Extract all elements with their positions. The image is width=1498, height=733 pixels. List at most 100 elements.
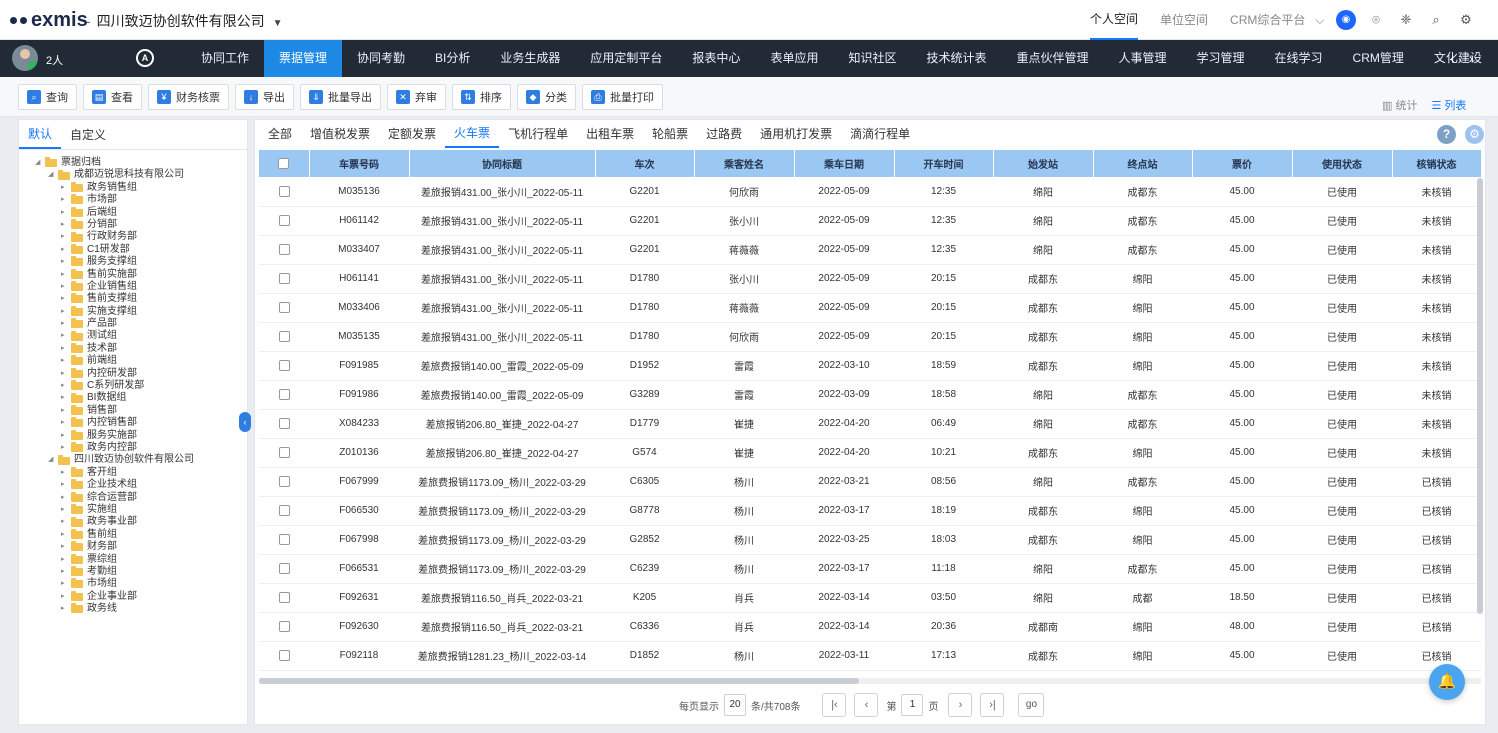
row-checkbox[interactable] bbox=[278, 417, 290, 429]
tree-expand-icon[interactable]: ▸ bbox=[61, 442, 69, 454]
row-checkbox-cell[interactable] bbox=[259, 496, 309, 526]
toolbar-button-7[interactable]: ◆ 分类 bbox=[517, 84, 576, 110]
tree-expand-icon[interactable]: ▸ bbox=[61, 516, 69, 528]
row-checkbox-cell[interactable] bbox=[259, 235, 309, 265]
table-row[interactable]: M033407 差旅报销431.00_张小川_2022-05-11 G2201 蒋薇薇… bbox=[259, 235, 1481, 265]
tree-expand-icon[interactable]: ▸ bbox=[61, 281, 69, 293]
tree-expand-icon[interactable]: ▸ bbox=[61, 430, 69, 442]
nav-item-1[interactable]: 票据管理 bbox=[264, 40, 343, 77]
next-page-icon[interactable]: › bbox=[948, 693, 973, 717]
view-list-button[interactable]: ☰ 列表 bbox=[1431, 97, 1466, 113]
nav-item-4[interactable]: 业务生成器 bbox=[485, 40, 575, 77]
nav-next-icon[interactable]: › bbox=[1469, 40, 1474, 77]
tree-expand-icon[interactable]: ▸ bbox=[61, 194, 69, 206]
column-header[interactable]: 乘客姓名 bbox=[694, 150, 795, 177]
table-row[interactable]: M035136 差旅报销431.00_张小川_2022-05-11 G2201 何欣雨… bbox=[259, 177, 1481, 207]
tree-expand-icon[interactable]: ▸ bbox=[61, 392, 69, 404]
row-checkbox[interactable] bbox=[278, 504, 290, 516]
row-checkbox-cell[interactable] bbox=[259, 641, 309, 671]
tree-expand-icon[interactable]: ▸ bbox=[61, 231, 69, 243]
row-checkbox[interactable] bbox=[278, 185, 290, 197]
tab-ticket-type-1[interactable]: 增值税发票 bbox=[301, 120, 379, 148]
tree-expand-icon[interactable]: ▸ bbox=[61, 207, 69, 219]
column-header[interactable]: 车次 bbox=[595, 150, 695, 177]
nav-item-0[interactable]: 协同工作 bbox=[186, 40, 264, 77]
tab-custom[interactable]: 自定义 bbox=[61, 120, 115, 149]
tree-node[interactable]: ▸ 前端组 bbox=[19, 355, 247, 367]
tab-ticket-type-9[interactable]: 滴滴行程单 bbox=[841, 120, 919, 148]
tree-node[interactable]: ▸ 客开组 bbox=[19, 467, 247, 479]
search-icon[interactable]: ⌕ bbox=[1426, 10, 1446, 30]
tree-node[interactable]: ▸ 政务线 bbox=[19, 603, 247, 615]
select-all-checkbox[interactable] bbox=[278, 157, 290, 169]
row-checkbox-cell[interactable] bbox=[259, 409, 309, 439]
tree-node[interactable]: ▸ 产品部 bbox=[19, 318, 247, 330]
tree-expand-icon[interactable]: ◢ bbox=[35, 157, 43, 169]
row-checkbox-cell[interactable] bbox=[259, 554, 309, 584]
toolbar-button-3[interactable]: ↓ 导出 bbox=[235, 84, 294, 110]
tree-node[interactable]: ▸ 分销部 bbox=[19, 219, 247, 231]
tree-expand-icon[interactable]: ▸ bbox=[61, 492, 69, 504]
table-row[interactable]: F091985 差旅费报销140.00_雷霞_2022-05-09 D1952 雷霞 2… bbox=[259, 351, 1481, 381]
row-checkbox[interactable] bbox=[278, 620, 290, 632]
tab-ticket-type-4[interactable]: 飞机行程单 bbox=[499, 120, 577, 148]
table-row[interactable]: H061141 差旅报销431.00_张小川_2022-05-11 D1780 张小川… bbox=[259, 264, 1481, 294]
tree-node[interactable]: ▸ 实施组 bbox=[19, 504, 247, 516]
tree-expand-icon[interactable]: ▸ bbox=[61, 405, 69, 417]
tree-expand-icon[interactable]: ▸ bbox=[61, 244, 69, 256]
column-header[interactable]: 开车时间 bbox=[894, 150, 994, 177]
row-checkbox-cell[interactable] bbox=[259, 351, 309, 381]
row-checkbox-cell[interactable] bbox=[259, 583, 309, 613]
nav-item-8[interactable]: 知识社区 bbox=[833, 40, 911, 77]
table-row[interactable]: F066530 差旅费报销1173.09_杨川_2022-03-29 G8778 杨川… bbox=[259, 496, 1481, 526]
tree-node[interactable]: ▸ 考勤组 bbox=[19, 566, 247, 578]
last-page-icon[interactable]: ›| bbox=[980, 693, 1005, 717]
row-checkbox-cell[interactable] bbox=[259, 612, 309, 642]
toolbar-button-8[interactable]: ⎙ 批量打印 bbox=[582, 84, 663, 110]
row-checkbox-cell[interactable] bbox=[259, 293, 309, 323]
tree-node[interactable]: ▸ C系列研发部 bbox=[19, 380, 247, 392]
app-logo[interactable]: exmis bbox=[10, 8, 88, 32]
tree-node[interactable]: ▸ 内控研发部 bbox=[19, 368, 247, 380]
column-header[interactable]: 票价 bbox=[1192, 150, 1293, 177]
tree-expand-icon[interactable]: ▸ bbox=[61, 541, 69, 553]
tree-node[interactable]: ▸ 售前支撑组 bbox=[19, 293, 247, 305]
prev-page-icon[interactable]: ‹ bbox=[854, 693, 879, 717]
go-button[interactable]: go bbox=[1018, 693, 1045, 717]
tree-expand-icon[interactable]: ▸ bbox=[61, 591, 69, 603]
row-checkbox[interactable] bbox=[278, 649, 290, 661]
tree-node[interactable]: ▸ 综合运营部 bbox=[19, 492, 247, 504]
tree-expand-icon[interactable]: ▸ bbox=[61, 566, 69, 578]
row-checkbox-cell[interactable] bbox=[259, 467, 309, 497]
nav-item-5[interactable]: 应用定制平台 bbox=[575, 40, 677, 77]
tree-node[interactable]: ▸ 政务事业部 bbox=[19, 516, 247, 528]
row-checkbox[interactable] bbox=[278, 330, 290, 342]
tab-ticket-type-7[interactable]: 过路费 bbox=[697, 120, 751, 148]
row-checkbox[interactable] bbox=[278, 272, 290, 284]
tree-node[interactable]: ▸ 政务销售组 bbox=[19, 182, 247, 194]
tab-ticket-type-2[interactable]: 定额发票 bbox=[379, 120, 445, 148]
tree-node[interactable]: ▸ 服务支撑组 bbox=[19, 256, 247, 268]
row-checkbox[interactable] bbox=[278, 446, 290, 458]
horizontal-scrollbar[interactable] bbox=[259, 678, 1481, 684]
row-checkbox-cell[interactable] bbox=[259, 380, 309, 410]
chevron-down-icon[interactable]: ⌵ bbox=[1315, 0, 1324, 40]
help-icon[interactable]: ? bbox=[1437, 125, 1456, 144]
table-row[interactable]: F092118 差旅费报销1281.23_杨川_2022-03-14 D1852 杨川… bbox=[259, 641, 1481, 671]
row-checkbox-cell[interactable] bbox=[259, 438, 309, 468]
nav-item-3[interactable]: BI分析 bbox=[420, 40, 485, 77]
tab-ticket-type-6[interactable]: 轮船票 bbox=[643, 120, 697, 148]
tree-expand-icon[interactable]: ▸ bbox=[61, 380, 69, 392]
table-row[interactable]: F066531 差旅费报销1173.09_杨川_2022-03-29 C6239 杨川… bbox=[259, 554, 1481, 584]
table-row[interactable]: Z010136 差旅报销206.80_崔捷_2022-04-27 G574 崔捷 202… bbox=[259, 438, 1481, 468]
toolbar-button-5[interactable]: ✕ 弃审 bbox=[387, 84, 446, 110]
apps-icon[interactable]: ❈ bbox=[1396, 10, 1416, 30]
row-checkbox-cell[interactable] bbox=[259, 525, 309, 555]
tree-expand-icon[interactable]: ▸ bbox=[61, 578, 69, 590]
tree-node[interactable]: ▸ 市场部 bbox=[19, 194, 247, 206]
tree-expand-icon[interactable]: ▸ bbox=[61, 504, 69, 516]
location-icon[interactable]: ⌾ bbox=[1366, 10, 1386, 30]
tab-ticket-type-3[interactable]: 火车票 bbox=[445, 120, 500, 148]
tree-node[interactable]: ▸ 企业事业部 bbox=[19, 591, 247, 603]
link-unit-space[interactable]: 单位空间 bbox=[1160, 0, 1208, 40]
